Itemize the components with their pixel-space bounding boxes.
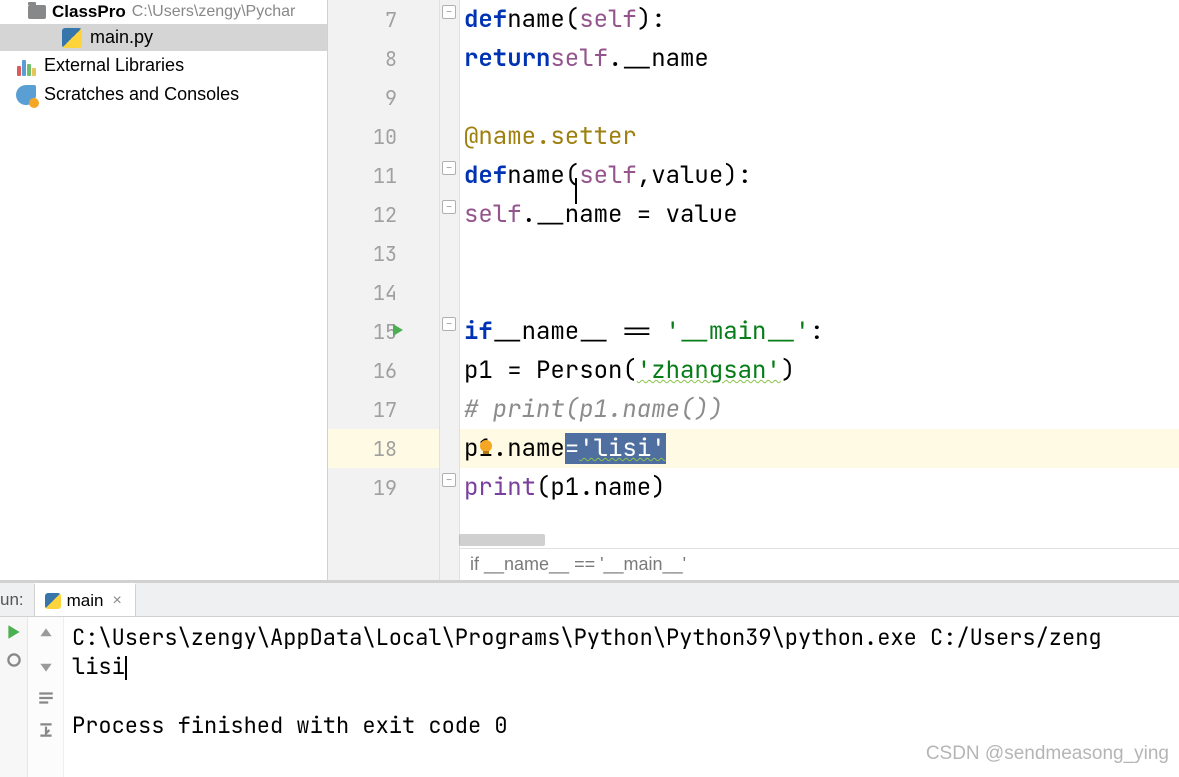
console-stdout: lisi [72, 652, 1171, 681]
line-number[interactable]: 18 [328, 429, 439, 468]
fold-handle[interactable] [442, 317, 456, 331]
line-number[interactable]: 16 [328, 351, 439, 390]
run-tool-strip-right[interactable] [28, 617, 64, 777]
code-editor[interactable]: 7 8 9 10 11 12 13 14 15 16 17 18 19 def … [328, 0, 1179, 580]
line-number[interactable]: 8 [328, 39, 439, 78]
code-line[interactable]: self.__name = value [460, 195, 1179, 234]
fold-handle[interactable] [442, 473, 456, 487]
watermark: CSDN @sendmeasong_ying [926, 743, 1169, 765]
project-path: C:\Users\zengy\Pychar [132, 3, 296, 21]
line-number[interactable]: 7 [328, 0, 439, 39]
run-tab-bar[interactable]: un: main × [0, 583, 1179, 617]
code-line[interactable]: def name(self,value): [460, 156, 1179, 195]
scratches-label: Scratches and Consoles [44, 84, 239, 105]
code-line[interactable]: if __name__ == '__main__': [460, 312, 1179, 351]
console-exit: Process finished with exit code 0 [72, 711, 1171, 740]
fold-handle[interactable] [442, 161, 456, 175]
code-line[interactable]: def name(self): [460, 0, 1179, 39]
line-number[interactable]: 14 [328, 273, 439, 312]
python-file-icon [62, 28, 82, 48]
line-number[interactable]: 15 [328, 312, 439, 351]
breadcrumb-text: if __name__ == '__main__' [470, 554, 686, 575]
top-area: ClassPro C:\Users\zengy\Pychar main.py E… [0, 0, 1179, 580]
run-tab-main[interactable]: main × [34, 583, 136, 616]
console-cursor [125, 656, 127, 680]
project-file-mainpy[interactable]: main.py [0, 24, 327, 51]
breadcrumb[interactable]: if __name__ == '__main__' [460, 548, 1179, 580]
intention-bulb-icon[interactable] [476, 437, 496, 457]
scratches-icon [16, 85, 36, 105]
code-line[interactable] [460, 78, 1179, 117]
file-label: main.py [90, 27, 153, 48]
code-line[interactable] [460, 273, 1179, 312]
line-number[interactable]: 11 [328, 156, 439, 195]
line-number[interactable]: 12 [328, 195, 439, 234]
code-line[interactable]: # print(p1.name()) [460, 390, 1179, 429]
scratches-row[interactable]: Scratches and Consoles [0, 80, 327, 109]
text-cursor [575, 178, 577, 204]
rerun-icon[interactable] [5, 623, 23, 641]
fold-handle[interactable] [442, 5, 456, 19]
console-command: C:\Users\zengy\AppData\Local\Programs\Py… [72, 623, 1171, 652]
code-line[interactable]: return self.__name [460, 39, 1179, 78]
external-libraries-row[interactable]: External Libraries [0, 51, 327, 80]
python-file-icon [45, 593, 61, 609]
code-line[interactable]: @name.setter [460, 117, 1179, 156]
line-number[interactable]: 19 [328, 468, 439, 507]
close-icon[interactable]: × [110, 592, 125, 610]
soft-wrap-icon[interactable] [37, 689, 55, 707]
scroll-to-end-icon[interactable] [37, 721, 55, 739]
fold-handle[interactable] [442, 200, 456, 214]
line-number[interactable]: 10 [328, 117, 439, 156]
external-libraries-label: External Libraries [44, 55, 184, 76]
code-line[interactable]: print(p1.name) [460, 468, 1179, 507]
line-number[interactable]: 9 [328, 78, 439, 117]
settings-icon[interactable] [5, 651, 23, 669]
project-name: ClassPro [52, 2, 126, 22]
run-tool-strip-left[interactable] [0, 617, 28, 777]
run-gutter-icon[interactable] [390, 322, 406, 338]
code-line[interactable]: p1.name='lisi' [460, 429, 1179, 468]
line-number[interactable]: 13 [328, 234, 439, 273]
code-area[interactable]: def name(self): return self.__name @name… [460, 0, 1179, 580]
run-tab-label: main [67, 591, 104, 611]
horizontal-scroll-thumb[interactable] [459, 534, 545, 546]
line-number[interactable]: 17 [328, 390, 439, 429]
down-icon[interactable] [37, 657, 55, 675]
external-libraries-icon [16, 56, 36, 76]
code-line[interactable]: p1 = Person('zhangsan') [460, 351, 1179, 390]
run-panel-label: un: [0, 590, 34, 610]
folder-icon [28, 5, 46, 19]
up-icon[interactable] [37, 625, 55, 643]
line-gutter[interactable]: 7 8 9 10 11 12 13 14 15 16 17 18 19 [328, 0, 440, 580]
code-line[interactable] [460, 234, 1179, 273]
project-root-row[interactable]: ClassPro C:\Users\zengy\Pychar [0, 0, 327, 24]
project-sidebar[interactable]: ClassPro C:\Users\zengy\Pychar main.py E… [0, 0, 328, 580]
fold-column[interactable] [440, 0, 460, 580]
